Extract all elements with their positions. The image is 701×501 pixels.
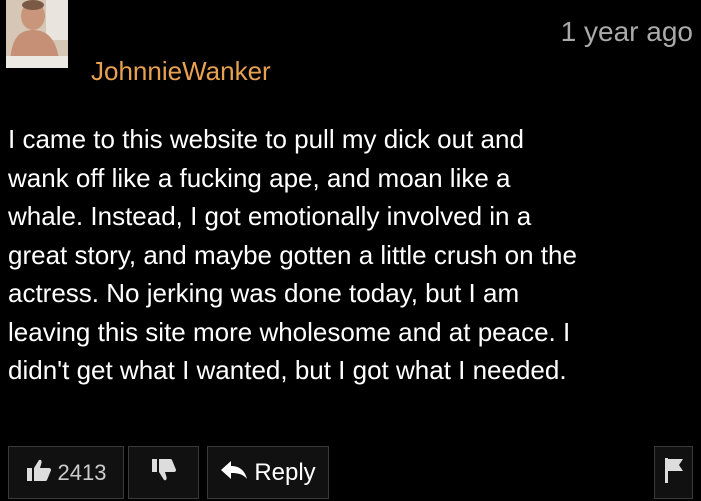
- comment-actions: 2413 Reply: [8, 446, 329, 499]
- username[interactable]: JohnnieWanker: [91, 56, 271, 86]
- comment-line: great story, and maybe gotten a little c…: [8, 239, 577, 270]
- like-count: 2413: [57, 459, 107, 485]
- avatar[interactable]: [6, 0, 68, 68]
- reply-button[interactable]: Reply: [207, 446, 329, 499]
- flag-button[interactable]: [654, 446, 693, 499]
- dislike-button[interactable]: [128, 446, 199, 499]
- thumbs-up-icon: [26, 458, 52, 487]
- comment-line: leaving this site more wholesome and at …: [8, 316, 571, 347]
- comment-line: wank off like a fucking ape, and moan li…: [8, 162, 511, 193]
- flag-icon: [663, 456, 685, 489]
- reply-arrow-icon: [220, 459, 248, 486]
- comment-line: didn't get what I wanted, but I got what…: [8, 355, 567, 385]
- like-button[interactable]: 2413: [8, 446, 124, 499]
- thumbs-down-icon: [151, 458, 177, 487]
- comment-body: I came to this website to pull my dick o…: [8, 120, 698, 390]
- comment-line: whale. Instead, I got emotionally involv…: [8, 201, 532, 231]
- comment-line: I came to this website to pull my dick o…: [8, 124, 524, 154]
- comment-line: actress. No jerking was done today, but …: [8, 278, 520, 308]
- reply-label: Reply: [254, 458, 316, 486]
- timestamp: 1 year ago: [560, 16, 693, 47]
